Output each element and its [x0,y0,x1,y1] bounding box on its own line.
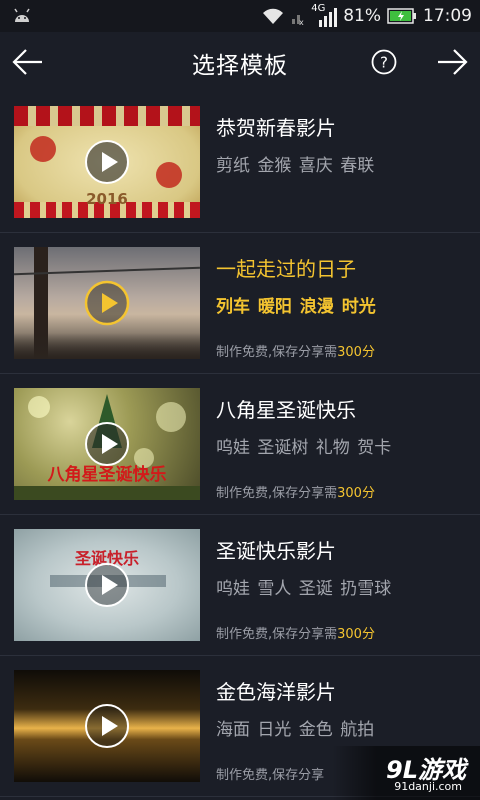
android-icon [14,8,30,22]
template-price: 制作免费,保存分享需300分 [216,482,375,501]
template-item-selected[interactable]: 一起走过的日子 列车 暖阳 浪漫 时光 制作免费,保存分享需300分 [0,233,480,374]
price-amount: 300分 [337,627,375,642]
svg-text:?: ? [380,54,388,72]
play-icon[interactable] [84,562,130,608]
template-title: 金色海洋影片 [216,680,336,704]
play-icon[interactable] [84,280,130,326]
template-list: 2016 恭贺新春影片 剪纸 金猴 喜庆 春联 一起走过的日子 列车 暖阳 浪漫… [0,92,480,797]
price-amount: 300分 [337,486,375,501]
battery-icon [387,8,416,24]
template-thumbnail[interactable]: 2016 [14,106,200,218]
watermark: 9L游戏 91danji.com [332,746,480,800]
clock: 17:09 [423,6,472,26]
signal-icon: 4G [311,3,338,29]
template-price: 制作免费,保存分享 [216,764,324,783]
template-title: 圣诞快乐影片 [216,539,336,563]
template-title: 八角星圣诞快乐 [216,398,356,422]
template-tags: 呜娃 雪人 圣诞 扔雪球 [216,579,392,599]
template-tags: 剪纸 金猴 喜庆 春联 [216,156,375,176]
template-item[interactable]: 2016 恭贺新春影片 剪纸 金猴 喜庆 春联 [0,92,480,233]
signal-off-icon: x [292,15,304,26]
arrow-right-icon [438,49,468,75]
watermark-url: 91danji.com [394,780,462,793]
template-title: 一起走过的日子 [216,257,356,281]
template-tags: 呜娃 圣诞树 礼物 贺卡 [216,438,392,458]
help-button[interactable]: ? [371,49,397,75]
template-tags: 海面 日光 金色 航拍 [216,720,375,740]
next-button[interactable] [434,44,470,80]
page-title: 选择模板 [192,53,288,79]
template-item[interactable]: 圣诞快乐 圣诞快乐影片 呜娃 雪人 圣诞 扔雪球 制作免费,保存分享需300分 [0,515,480,656]
template-price: 制作免费,保存分享需300分 [216,623,375,642]
price-note: 制作免费,保存分享 [216,768,325,783]
template-thumbnail[interactable] [14,247,200,359]
price-note: 制作免费,保存分享需 [216,345,338,360]
thumbnail-caption: 2016 [86,190,128,208]
svg-text:x: x [299,18,304,26]
template-thumbnail[interactable] [14,670,200,782]
play-icon[interactable] [84,703,130,749]
play-icon[interactable] [84,139,130,185]
price-note: 制作免费,保存分享需 [216,627,338,642]
template-tags: 列车 暖阳 浪漫 时光 [216,297,376,317]
template-item[interactable]: 八角星圣诞快乐 八角星圣诞快乐 呜娃 圣诞树 礼物 贺卡 制作免费,保存分享需3… [0,374,480,515]
template-thumbnail[interactable]: 圣诞快乐 [14,529,200,641]
price-note: 制作免费,保存分享需 [216,486,338,501]
template-title: 恭贺新春影片 [216,116,336,140]
status-bar: x 4G 81% 17:09 [0,0,480,32]
header: 选择模板 ? [0,32,480,92]
template-price: 制作免费,保存分享需300分 [216,341,375,360]
wifi-icon [263,8,284,24]
battery-percent: 81% [343,6,381,26]
template-thumbnail[interactable]: 八角星圣诞快乐 [14,388,200,500]
play-icon[interactable] [84,421,130,467]
price-amount: 300分 [337,345,375,360]
help-circle-icon: ? [371,49,397,75]
